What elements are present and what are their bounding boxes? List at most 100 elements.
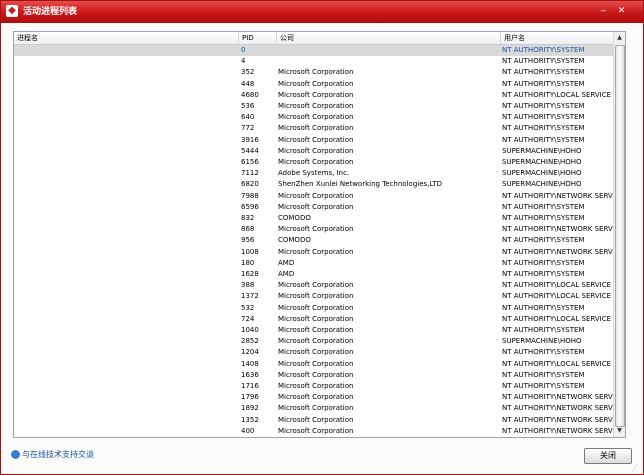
table-row[interactable]: −svchost.exe772Microsoft CorporationNT A… [14,123,613,134]
table-row[interactable]: −wininit.exe536Microsoft CorporationNT A… [14,101,613,112]
table-row[interactable]: −svchost.exe1040Microsoft CorporationNT … [14,325,613,336]
process-rows: Windows Operating System0NT AUTHORITY\SY… [14,45,613,437]
title-bar[interactable]: ◆ 活动进程列表 ‒ ✕ [1,1,643,23]
process-company: Microsoft Corporation [278,370,354,379]
process-user: NT AUTHORITY\NETWORK SERVICE [502,426,613,435]
scroll-thumb[interactable] [615,45,625,427]
process-company: COMODO [278,236,311,245]
table-row[interactable]: MsDtsSrvr.exe1796Microsoft CorporationNT… [14,392,613,403]
table-row[interactable]: svchost.exe724Microsoft CorporationNT AU… [14,314,613,325]
process-user: SUPERMACHINE\HOHO [502,337,582,346]
process-user: NT AUTHORITY\NETWORK SERVICE [502,415,613,424]
table-row[interactable]: WmiPrvSE.exe7988Microsoft CorporationNT … [14,191,613,202]
table-row[interactable]: −svchost.exe388Microsoft CorporationNT A… [14,280,613,291]
window-title: 活动进程列表 [23,7,78,17]
process-user: NT AUTHORITY\SYSTEM [502,113,585,122]
vertical-scrollbar[interactable]: ▲ ▼ [613,32,625,437]
table-row[interactable]: WmiPrvSE.exe3916Microsoft CorporationNT … [14,135,613,146]
process-user: NT AUTHORITY\SYSTEM [502,370,585,379]
close-button[interactable]: 关闭 [584,448,632,464]
table-row[interactable]: svchost.exe868Microsoft CorporationNT AU… [14,224,613,235]
table-row[interactable]: svchost.exe1204Microsoft CorporationNT A… [14,347,613,358]
process-pid: 532 [241,303,255,312]
table-row[interactable]: spoolsv.exe1636Microsoft CorporationNT A… [14,370,613,381]
table-row[interactable]: −services.exe640Microsoft CorporationNT … [14,112,613,123]
process-company: Microsoft Corporation [278,90,354,99]
column-header-name[interactable]: 进程名 [14,32,239,44]
process-user: NT AUTHORITY\NETWORK SERVICE [502,225,613,234]
process-company: Microsoft Corporation [278,225,354,234]
process-pid: 5444 [241,146,259,155]
table-row[interactable]: audiodg.exe1372Microsoft CorporationNT A… [14,291,613,302]
process-user: NT AUTHORITY\NETWORK SERVICE [502,247,613,256]
table-row[interactable]: msqvc.exe1892Microsoft CorporationNT AUT… [14,403,613,414]
scroll-up-icon[interactable]: ▲ [615,33,624,43]
column-header-user[interactable]: 用户名 [501,32,613,44]
process-user: NT AUTHORITY\SYSTEM [502,348,585,357]
table-row[interactable]: svchost.exe1408Microsoft CorporationNT A… [14,359,613,370]
process-pid: 640 [241,113,255,122]
table-row[interactable]: CLPSLS.exe832COMODONT AUTHORITY\SYSTEM [14,213,613,224]
process-pid: 1204 [241,348,259,357]
process-company: Microsoft Corporation [278,146,354,155]
table-row[interactable]: dwm.exe2852Microsoft CorporationSUPERMAC… [14,336,613,347]
process-pid: 6820 [241,180,259,189]
process-user: SUPERMACHINE\HOHO [502,158,582,166]
process-company: Microsoft Corporation [278,124,354,133]
process-pid: 1636 [241,370,259,379]
process-user: NT AUTHORITY\SYSTEM [502,303,585,312]
process-company: COMODO [278,214,311,222]
table-row[interactable]: sqlservr.exe400Microsoft CorporationNT A… [14,426,613,437]
table-row[interactable]: companionuser.exe6156Microsoft Corporati… [14,157,613,168]
process-company: Adobe Systems, Inc. [278,169,350,178]
process-company: Microsoft Corporation [278,382,354,390]
table-row[interactable]: ThunderService.exe6820ShenZhen Xunlei Ne… [14,179,613,190]
column-header-company[interactable]: 公司 [277,32,501,44]
table-row[interactable]: −System4NT AUTHORITY\SYSTEM [14,56,613,67]
table-row[interactable]: Windows Operating System0NT AUTHORITY\SY… [14,45,613,56]
process-company: Microsoft Corporation [278,79,354,88]
table-row[interactable]: svchost.exe1008Microsoft CorporationNT A… [14,247,613,258]
resize-grip-icon[interactable]: ⋰ [631,463,641,473]
table-row[interactable]: conhost.exe4680Microsoft CorporationNT A… [14,90,613,101]
process-user: NT AUTHORITY\NETWORK SERVICE [502,393,613,402]
table-row[interactable]: atieclxx.exe1628AMDNT AUTHORITY\SYSTEM [14,269,613,280]
process-pid: 2852 [241,337,259,346]
process-company: Microsoft Corporation [278,404,354,413]
table-row[interactable]: svchost.exe532Microsoft CorporationNT AU… [14,303,613,314]
table-row[interactable]: wlcomm.exe5444Microsoft CorporationSUPER… [14,146,613,157]
process-company: Microsoft Corporation [278,303,354,312]
column-header-pid[interactable]: PID [239,32,277,44]
process-pid: 7112 [241,169,259,178]
process-user: NT AUTHORITY\SYSTEM [502,214,585,222]
process-company: Microsoft Corporation [278,102,354,110]
table-row[interactable]: WmiPrvSE.exe6596Microsoft CorporationNT … [14,202,613,213]
table-row[interactable]: −atiesrxx.exe180AMDNT AUTHORITY\SYSTEM [14,258,613,269]
process-pid: 868 [241,225,255,234]
process-company: AMD [278,258,295,267]
process-pid: 1716 [241,382,259,390]
process-user: NT AUTHORITY\SYSTEM [502,236,585,245]
minimize-button[interactable]: ‒ [597,5,610,17]
table-row[interactable]: smss.exe352Microsoft CorporationNT AUTHO… [14,67,613,78]
process-company: Microsoft Corporation [278,158,354,166]
scroll-down-icon[interactable]: ▼ [615,426,624,436]
process-pid: 448 [241,79,255,88]
table-row[interactable]: sqlservr.exe1352Microsoft CorporationNT … [14,415,613,426]
process-user: SUPERMACHINE\HOHO [502,146,582,155]
table-row[interactable]: mdm.exe1716Microsoft CorporationNT AUTHO… [14,381,613,392]
online-support-link[interactable]: 与在线技术支持交谈 [11,449,94,461]
process-company: Microsoft Corporation [278,68,354,77]
online-support-link-text[interactable]: 与在线技术支持交谈 [22,450,94,459]
process-pid: 724 [241,314,255,323]
process-user: NT AUTHORITY\LOCAL SERVICE [502,90,612,99]
process-company: Microsoft Corporation [278,326,354,334]
table-row[interactable]: cmdagent.exe956COMODONT AUTHORITY\SYSTEM [14,235,613,246]
process-company: Microsoft Corporation [278,281,354,290]
process-pid: 6156 [241,158,259,166]
table-row[interactable]: −csrss.exe448Microsoft CorporationNT AUT… [14,79,613,90]
process-user: NT AUTHORITY\SYSTEM [502,124,585,133]
table-row[interactable]: FlashUtil10h_ActiveX.exe7112Adobe System… [14,168,613,179]
process-pid: 0 [241,46,246,54]
window-close-button[interactable]: ✕ [615,5,628,17]
